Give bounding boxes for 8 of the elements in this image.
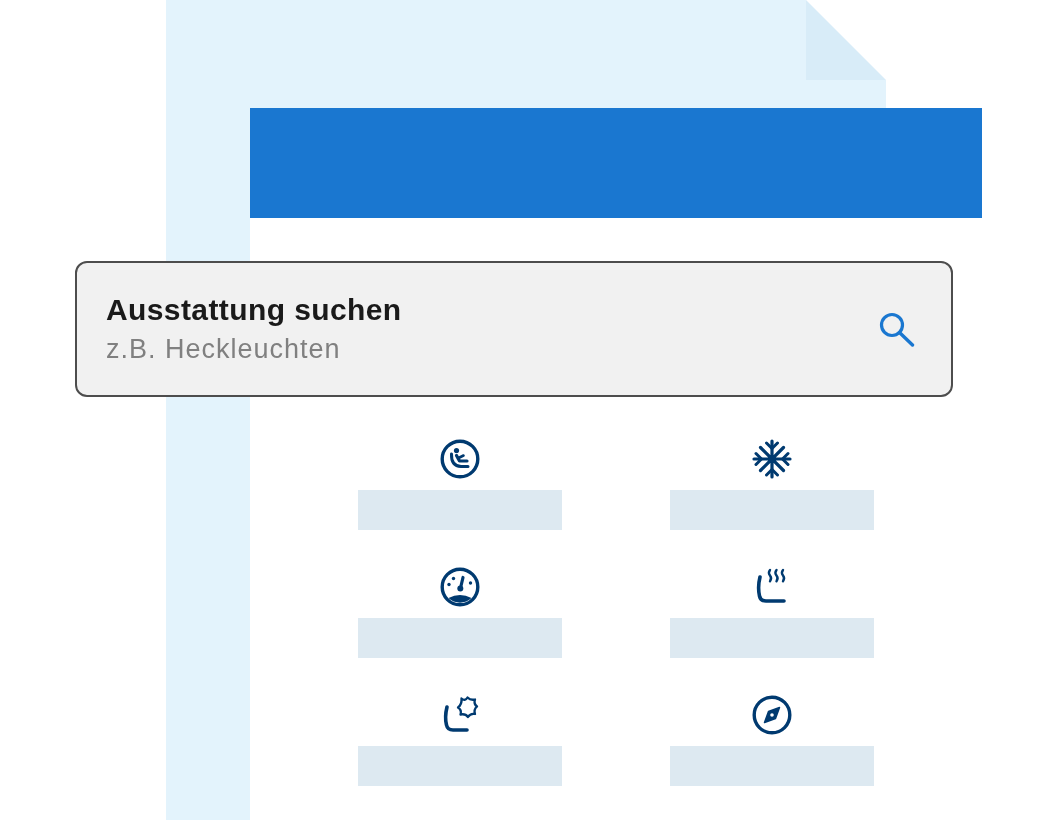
child-seat-icon [440,439,480,479]
snowflake-icon [752,439,792,479]
search-icon[interactable] [879,311,915,347]
compass-icon [752,695,792,735]
search-input[interactable]: z.B. Heckleuchten [106,333,526,365]
gauge-icon [440,567,480,607]
field-label: Ausstattung suchen [106,293,402,327]
search-field[interactable]: Ausstattung suchen z.B. Heckleuchten [75,261,953,397]
